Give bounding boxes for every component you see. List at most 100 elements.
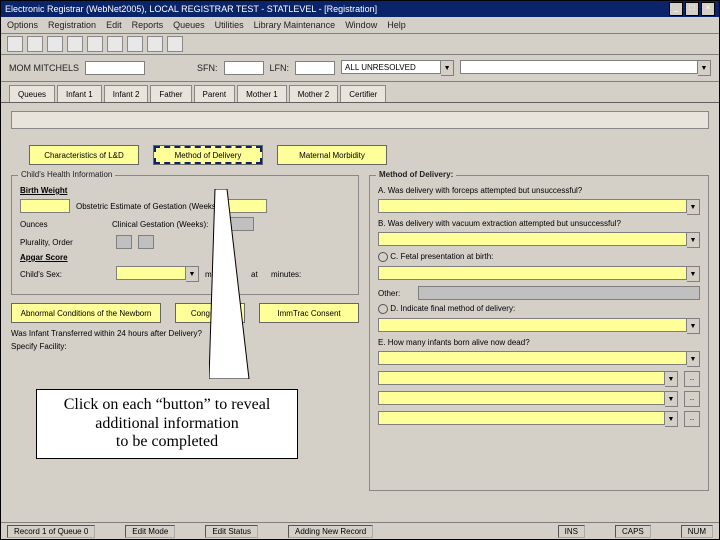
childsex-dropdown[interactable]: ▼ — [116, 266, 199, 282]
tab-mother2[interactable]: Mother 2 — [289, 85, 339, 102]
tab-father[interactable]: Father — [150, 85, 191, 102]
title-bar: Electronic Registrar (WebNet2005), LOCAL… — [1, 1, 719, 17]
obstetric-field[interactable] — [227, 199, 267, 213]
sfn-field[interactable] — [224, 61, 264, 75]
question-e: E. How many infants born alive now dead? — [378, 338, 700, 347]
obstetric-label: Obstetric Estimate of Gestation (Weeks): — [76, 202, 221, 211]
secondary-dropdown[interactable]: ▼ — [460, 60, 711, 76]
qd-dropdown[interactable]: ▼ — [378, 318, 700, 334]
secondary-value — [460, 60, 698, 74]
section-button-row-1: Characteristics of L&D Method of Deliver… — [29, 145, 709, 165]
characteristics-button[interactable]: Characteristics of L&D — [29, 145, 139, 165]
chevron-down-icon: ▼ — [441, 60, 454, 76]
status-num: NUM — [681, 525, 713, 538]
abnormal-conditions-button[interactable]: Abnormal Conditions of the Newborn — [11, 303, 161, 323]
other-field — [418, 286, 700, 300]
status-edit: Edit Status — [205, 525, 258, 538]
menu-options[interactable]: Options — [7, 20, 38, 30]
question-c: C. Fetal presentation at birth: — [390, 252, 493, 261]
tab-queues[interactable]: Queues — [9, 85, 55, 102]
question-a: A. Was delivery with forceps attempted b… — [378, 186, 700, 195]
at-label: at — [251, 270, 265, 279]
main-name-label: MOM MITCHELS — [9, 63, 79, 73]
picker-button[interactable]: .. — [684, 391, 700, 407]
extra-dropdown[interactable]: ▼ — [378, 371, 678, 387]
child-health-group: Child's Health Information Birth Weight … — [11, 175, 359, 295]
toolbar-icon[interactable] — [67, 36, 83, 52]
menu-help[interactable]: Help — [387, 20, 406, 30]
qe-dropdown[interactable]: ▼ — [378, 351, 700, 367]
tab-row: Queues Infant 1 Infant 2 Father Parent M… — [1, 82, 719, 103]
order-field — [138, 235, 154, 249]
status-mode: Edit Mode — [125, 525, 175, 538]
method-delivery-title: Method of Delivery: — [376, 170, 456, 179]
toolbar-icon[interactable] — [47, 36, 63, 52]
qb-dropdown[interactable]: ▼ — [378, 232, 700, 248]
section-button-row-2: Abnormal Conditions of the Newborn Conge… — [11, 303, 359, 323]
radio-icon[interactable] — [378, 252, 388, 262]
status-dropdown[interactable]: ALL UNRESOLVED ▼ — [341, 60, 454, 76]
qc-dropdown[interactable]: ▼ — [378, 266, 700, 282]
tab-infant2[interactable]: Infant 2 — [104, 85, 149, 102]
status-adding: Adding New Record — [288, 525, 373, 538]
close-button[interactable]: × — [701, 2, 715, 16]
status-caps: CAPS — [615, 525, 651, 538]
birth-weight-field[interactable] — [20, 199, 70, 213]
congenital-button[interactable]: Congenital — [175, 303, 245, 323]
toolbar-icon[interactable] — [127, 36, 143, 52]
callout-box: Click on each “button” to reveal additio… — [36, 389, 298, 459]
toolbar-icon[interactable] — [27, 36, 43, 52]
extra-dropdown[interactable]: ▼ — [378, 391, 678, 407]
picker-button[interactable]: .. — [684, 411, 700, 427]
toolbar-icon[interactable] — [87, 36, 103, 52]
childsex-label: Child's Sex: — [20, 270, 110, 279]
method-of-delivery-button[interactable]: Method of Delivery — [153, 145, 263, 165]
toolbar-icon[interactable] — [107, 36, 123, 52]
tab-parent[interactable]: Parent — [194, 85, 236, 102]
filter-row: MOM MITCHELS SFN: LFN: ALL UNRESOLVED ▼ … — [1, 55, 719, 82]
chevron-down-icon: ▼ — [186, 266, 199, 282]
group-title: Child's Health Information — [18, 170, 115, 179]
plurality-field — [116, 235, 132, 249]
menu-queues[interactable]: Queues — [173, 20, 205, 30]
radio-icon[interactable] — [378, 304, 388, 314]
extra-dropdown[interactable]: ▼ — [378, 411, 678, 427]
method-delivery-group: Method of Delivery: A. Was delivery with… — [369, 175, 709, 491]
toolbar-icon[interactable] — [7, 36, 23, 52]
other-label: Other: — [378, 289, 412, 298]
plurality-label: Plurality, Order — [20, 238, 110, 247]
toolbar-icon[interactable] — [167, 36, 183, 52]
status-record: Record 1 of Queue 0 — [7, 525, 95, 538]
menu-window[interactable]: Window — [345, 20, 377, 30]
status-bar: Record 1 of Queue 0 Edit Mode Edit Statu… — [1, 522, 719, 539]
status-value: ALL UNRESOLVED — [341, 60, 441, 74]
picker-button[interactable]: .. — [684, 371, 700, 387]
menu-utilities[interactable]: Utilities — [215, 20, 244, 30]
tab-certifier[interactable]: Certifier — [340, 85, 386, 102]
lfn-field[interactable] — [295, 61, 335, 75]
right-column: Method of Delivery: A. Was delivery with… — [369, 175, 709, 495]
name-field[interactable] — [85, 61, 145, 75]
maternal-morbidity-button[interactable]: Maternal Morbidity — [277, 145, 387, 165]
sfn-label: SFN: — [197, 63, 218, 73]
menu-edit[interactable]: Edit — [106, 20, 122, 30]
tab-mother1[interactable]: Mother 1 — [237, 85, 287, 102]
toolbar — [1, 34, 719, 55]
birth-weight-label: Birth Weight — [20, 186, 110, 195]
menu-reports[interactable]: Reports — [132, 20, 164, 30]
minutes2-label: minutes: — [271, 270, 311, 279]
apgar-title: Apgar Score — [20, 253, 350, 262]
menu-registration[interactable]: Registration — [48, 20, 96, 30]
menu-library[interactable]: Library Maintenance — [254, 20, 336, 30]
qa-dropdown[interactable]: ▼ — [378, 199, 700, 215]
lfn-label: LFN: — [270, 63, 290, 73]
menu-bar: Options Registration Edit Reports Queues… — [1, 17, 719, 34]
immtrac-button[interactable]: ImmTrac Consent — [259, 303, 359, 323]
app-window: Electronic Registrar (WebNet2005), LOCAL… — [0, 0, 720, 540]
minimize-button[interactable]: _ — [669, 2, 683, 16]
maximize-button[interactable]: □ — [685, 2, 699, 16]
toolbar-icon[interactable] — [147, 36, 163, 52]
tab-infant1[interactable]: Infant 1 — [57, 85, 102, 102]
transfer-question: Was Infant Transferred within 24 hours a… — [11, 329, 359, 338]
window-buttons: _ □ × — [669, 2, 715, 16]
